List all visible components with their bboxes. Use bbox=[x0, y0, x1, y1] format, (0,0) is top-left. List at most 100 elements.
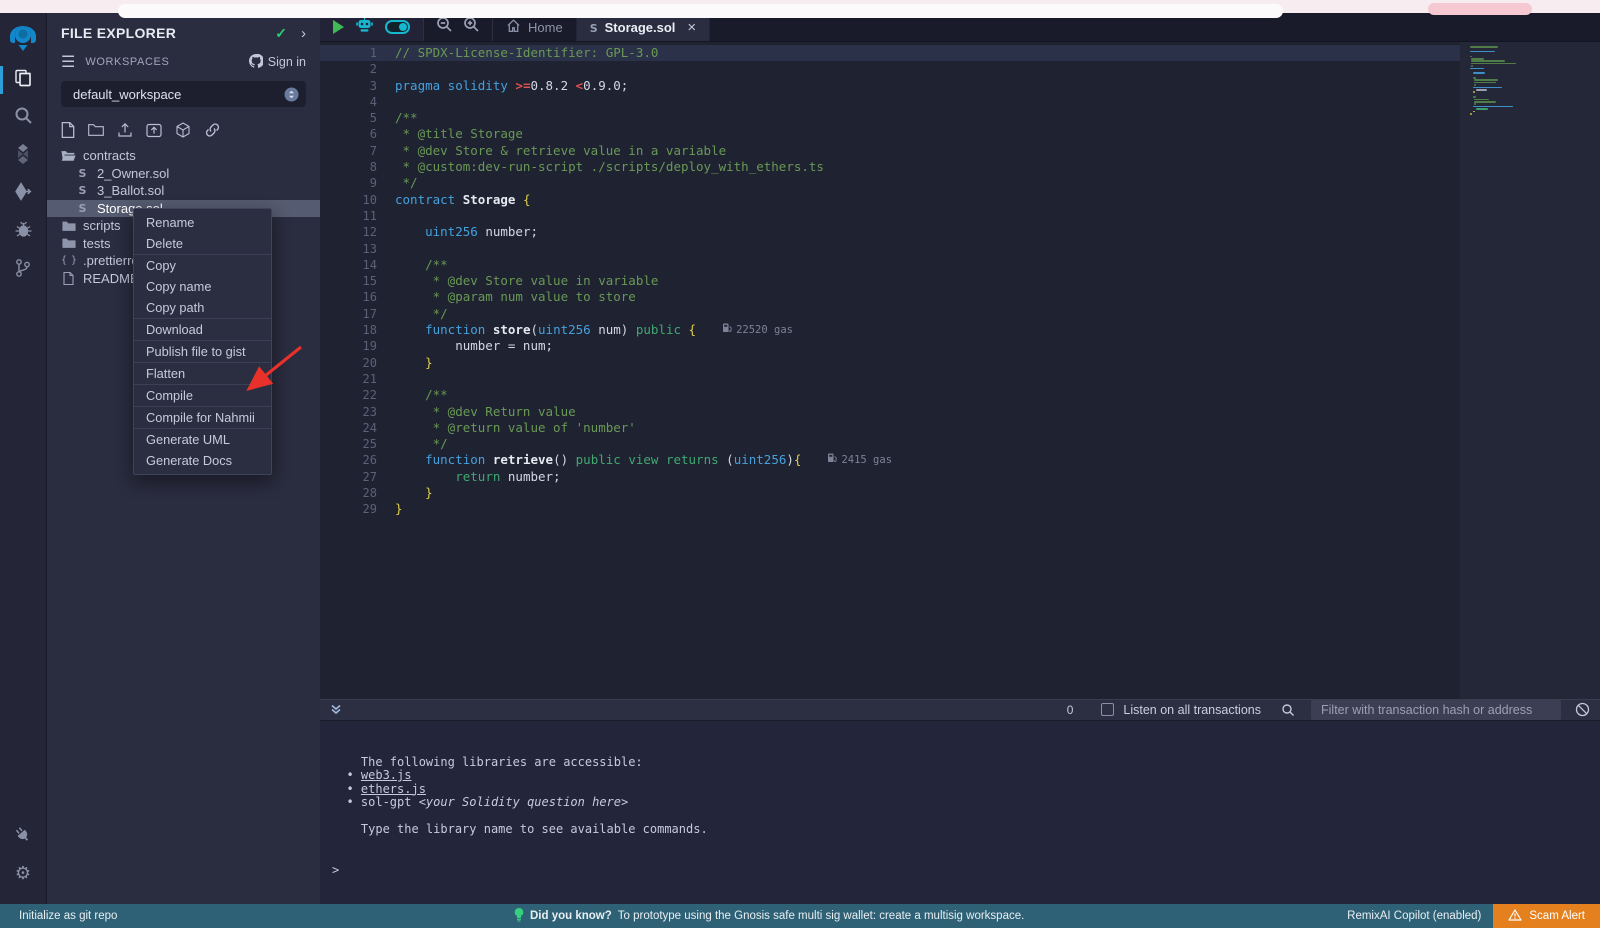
minimap-line bbox=[1474, 84, 1476, 86]
line-number: 13 bbox=[320, 241, 377, 257]
menu-item-generate-docs[interactable]: Generate Docs bbox=[134, 450, 271, 471]
line-number: 21 bbox=[320, 371, 377, 387]
terminal-line: • web3.js bbox=[332, 769, 1600, 783]
activity-bar: ⚙ bbox=[0, 13, 47, 904]
code-text: * @return value of 'number' bbox=[395, 420, 636, 436]
link-icon[interactable] bbox=[204, 122, 221, 138]
menu-item-download[interactable]: Download bbox=[134, 319, 271, 340]
terminal-panel[interactable]: The following libraries are accessible: … bbox=[320, 721, 1600, 905]
menu-item-copy-path[interactable]: Copy path bbox=[134, 297, 271, 318]
tree-item-label: tests bbox=[83, 236, 110, 251]
scam-alert-button[interactable]: Scam Alert bbox=[1493, 904, 1600, 928]
sidebar-item-solidity-compiler[interactable] bbox=[0, 137, 47, 175]
line-number: 2 bbox=[320, 61, 377, 77]
code-line: 21 bbox=[320, 371, 1460, 387]
new-file-icon[interactable] bbox=[61, 122, 75, 138]
menu-item-compile-for-nahmii[interactable]: Compile for Nahmii bbox=[134, 407, 271, 428]
hamburger-menu-icon[interactable]: ☰ bbox=[61, 52, 75, 72]
menu-item-rename[interactable]: Rename bbox=[134, 212, 271, 233]
minimap[interactable] bbox=[1460, 42, 1600, 699]
menu-item-compile[interactable]: Compile bbox=[134, 385, 271, 406]
new-folder-icon[interactable] bbox=[88, 123, 104, 137]
minimap-line bbox=[1473, 77, 1475, 79]
cube-icon[interactable] bbox=[175, 122, 191, 138]
terminal-link[interactable]: ethers.js bbox=[361, 782, 426, 796]
file-toolbar bbox=[47, 107, 320, 145]
sol-icon: S bbox=[590, 20, 598, 35]
menu-item-flatten[interactable]: Flatten bbox=[134, 363, 271, 384]
editor[interactable]: 1// SPDX-License-Identifier: GPL-3.023pr… bbox=[320, 42, 1600, 699]
code-line: 17 */ bbox=[320, 306, 1460, 322]
run-script-button[interactable] bbox=[333, 20, 344, 34]
copilot-status[interactable]: RemixAI Copilot (enabled) bbox=[1347, 910, 1481, 922]
menu-item-publish-file-to-gist[interactable]: Publish file to gist bbox=[134, 341, 271, 362]
zoom-out-icon[interactable] bbox=[436, 16, 453, 38]
terminal-line: Type the library name to see available c… bbox=[332, 823, 1600, 837]
folder-icon bbox=[61, 220, 76, 232]
sidebar-item-git[interactable] bbox=[0, 251, 47, 289]
code-text: */ bbox=[395, 436, 448, 452]
tree-item-contracts[interactable]: contracts bbox=[47, 147, 320, 165]
sidebar-item-plugin-manager[interactable] bbox=[0, 816, 47, 854]
terminal-expand-chevrons-icon[interactable] bbox=[330, 703, 342, 716]
tree-item-label: contracts bbox=[83, 148, 136, 163]
code-text: /** bbox=[395, 387, 448, 403]
sidebar-item-deploy-and-run[interactable] bbox=[0, 175, 47, 213]
status-bar-right: RemixAI Copilot (enabled) Scam Alert bbox=[1347, 904, 1600, 928]
tree-item-3-ballot-sol[interactable]: S3_Ballot.sol bbox=[47, 182, 320, 200]
minimap-line bbox=[1470, 46, 1498, 48]
sidebar-item-settings[interactable]: ⚙ bbox=[0, 854, 47, 892]
terminal-line: > bbox=[332, 864, 1600, 878]
code-line: 25 */ bbox=[320, 436, 1460, 452]
folder-icon bbox=[61, 237, 76, 249]
upload-file-icon[interactable] bbox=[117, 122, 133, 138]
check-icon: ✓ bbox=[275, 25, 287, 42]
minimap-line bbox=[1470, 68, 1484, 70]
terminal-search-icon[interactable] bbox=[1281, 703, 1295, 717]
sidebar-item-file-explorer[interactable] bbox=[0, 61, 47, 99]
transaction-filter-input[interactable] bbox=[1311, 700, 1561, 720]
plug-icon bbox=[10, 822, 35, 847]
sidebar-item-debugger[interactable] bbox=[0, 213, 47, 251]
menu-item-delete[interactable]: Delete bbox=[134, 233, 271, 254]
line-number: 29 bbox=[320, 501, 377, 517]
workspace-select[interactable]: default_workspace bbox=[61, 81, 306, 107]
code-line: 10contract Storage { bbox=[320, 192, 1460, 208]
listen-checkbox[interactable] bbox=[1101, 703, 1114, 716]
chevron-right-icon[interactable]: › bbox=[301, 25, 306, 42]
assistant-toggle[interactable] bbox=[385, 20, 410, 34]
line-number: 11 bbox=[320, 208, 377, 224]
zoom-in-icon[interactable] bbox=[463, 16, 480, 38]
sidebar-item-search[interactable] bbox=[0, 99, 47, 137]
line-number: 22 bbox=[320, 387, 377, 403]
line-number: 19 bbox=[320, 338, 377, 354]
terminal-link[interactable]: web3.js bbox=[361, 768, 412, 782]
close-icon[interactable]: × bbox=[687, 20, 696, 35]
remixai-robot-icon[interactable] bbox=[355, 16, 374, 38]
minimap-line bbox=[1474, 79, 1498, 81]
line-number: 6 bbox=[320, 126, 377, 142]
line-number: 5 bbox=[320, 110, 377, 126]
browser-notification-edge bbox=[1428, 3, 1532, 15]
clear-block-icon[interactable] bbox=[1575, 702, 1590, 717]
code-line: 13 bbox=[320, 241, 1460, 257]
terminal-bar: 0 Listen on all transactions bbox=[320, 699, 1600, 721]
menu-item-copy-name[interactable]: Copy name bbox=[134, 276, 271, 297]
line-number: 1 bbox=[320, 45, 377, 61]
line-number: 25 bbox=[320, 436, 377, 452]
menu-item-copy[interactable]: Copy bbox=[134, 255, 271, 276]
upload-folder-icon[interactable] bbox=[146, 123, 162, 138]
tree-item-label: 3_Ballot.sol bbox=[97, 183, 164, 198]
workspace-stepper-icon bbox=[284, 87, 299, 102]
remix-logo-icon[interactable] bbox=[0, 13, 47, 61]
line-number: 20 bbox=[320, 355, 377, 371]
status-bar: Initialize as git repo Did you know? To … bbox=[0, 904, 1600, 928]
gas-estimate: 22520 gas bbox=[722, 322, 793, 338]
sign-in-button[interactable]: Sign in bbox=[249, 54, 306, 71]
tree-item-2-owner-sol[interactable]: S2_Owner.sol bbox=[47, 165, 320, 183]
minimap-line bbox=[1476, 89, 1486, 91]
context-menu: RenameDeleteCopyCopy nameCopy pathDownlo… bbox=[133, 208, 272, 475]
menu-item-generate-uml[interactable]: Generate UML bbox=[134, 429, 271, 450]
git-init-button[interactable]: Initialize as git repo bbox=[0, 910, 117, 922]
workspaces-row: ☰ WORKSPACES Sign in bbox=[47, 50, 320, 74]
